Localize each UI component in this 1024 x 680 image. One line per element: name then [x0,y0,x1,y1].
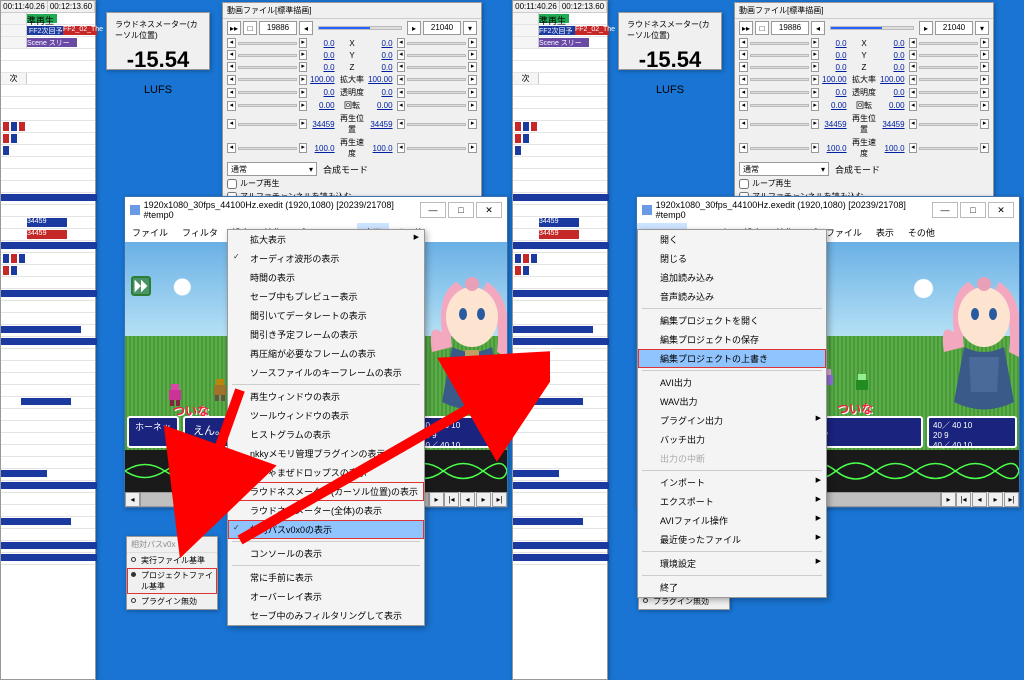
menu-item[interactable]: セーブ中のみフィルタリングして表示 [228,606,424,625]
menu-item[interactable]: ✓ラウドネスメーター(カーソル位置)の表示 [228,482,424,501]
menu-item[interactable]: 編集プロジェクトを開く [638,311,826,330]
menu-item[interactable]: バッチ出力 [638,430,826,449]
close-button[interactable]: ✕ [476,202,502,218]
relative-path-popup[interactable]: 相対パスv0x実行ファイル基準プロジェクトファイル基準プラグイン無効 [126,536,218,610]
timeline-panel[interactable]: 00:11:40.2600:12:13.60 準再生 FF2次回予FF2_02_… [0,0,96,680]
clip[interactable]: FF2_02_The [63,26,97,35]
menu-item[interactable]: エクスポート▶ [638,492,826,511]
menu-item[interactable]: ✓相対パスv0x0の表示 [228,520,424,539]
menu-item[interactable]: ソースファイルのキーフレームの表示 [228,363,424,382]
loudness-meter: ラウドネスメーター(カーソル位置) -15.54 LUFS [618,12,722,70]
property-panel[interactable]: 動画ファイル[標準描画] ▸▸□ 19886◂ ▸21040▾ ◂▸0.0X0.… [734,2,994,226]
menu-item[interactable]: ラウドネスメーター(全体)の表示 [228,501,424,520]
btn[interactable]: □ [243,21,257,35]
menu-item[interactable]: 追加読み込み [638,268,826,287]
blend-mode-select[interactable]: 通常▾ [227,162,317,176]
main-window[interactable]: 1920x1080_30fps_44100Hz.exedit (1920,108… [124,196,508,508]
menu-item[interactable]: プラグイン出力▶ [638,411,826,430]
menu-item[interactable]: 開く [638,230,826,249]
menu-item[interactable]: 終了 [638,578,826,597]
app-icon [130,205,140,215]
menu-item[interactable]: 再生ウィンドウの表示 [228,387,424,406]
menu-item[interactable]: 編集プロジェクトの保存 [638,330,826,349]
menu-file[interactable]: ファイル [125,223,175,242]
maximize-button[interactable]: □ [448,202,474,218]
menu-item[interactable]: 再圧縮が必要なフレームの表示 [228,344,424,363]
menu-item[interactable]: 環境設定▶ [638,554,826,573]
frame-start[interactable]: 19886 [259,21,297,35]
menu-item: 出力の中断 [638,449,826,468]
step-fwd-button[interactable]: ▸ [476,492,491,507]
menu-item[interactable]: インポート▶ [638,473,826,492]
property-panel[interactable]: 動画ファイル[標準描画] ▸▸ □ 19886 ◂ ▸ 21040 ▾ ◂▸0.… [222,2,482,226]
timeline-panel[interactable]: 00:11:40.2600:12:13.60 準再生 FF2次回予FF2_02_… [512,0,608,680]
file-menu-dropdown[interactable]: 開く閉じる追加読み込み音声読み込み編集プロジェクトを開く編集プロジェクトの保存編… [637,229,827,598]
menu-filter[interactable]: フィルタ [175,223,225,242]
menu-item[interactable]: ヒストグラムの表示 [228,425,424,444]
step-back-button[interactable]: ◂ [460,492,475,507]
menu-item[interactable]: 閉じる [638,249,826,268]
seek-end-button[interactable]: ▸| [492,492,507,507]
scroll-left-button[interactable]: ◂ [125,492,140,507]
window-titlebar[interactable]: 1920x1080_30fps_44100Hz.exedit (1920,108… [125,197,507,223]
menu-item[interactable]: 音声読み込み [638,287,826,306]
menu-item[interactable]: 時間の表示 [228,268,424,287]
menu-item[interactable]: 拡大表示▶ [228,230,424,249]
timeline-ruler: 00:11:40.2600:12:13.60 [1,1,95,13]
menu-item[interactable]: ✓オーディオ波形の表示 [228,249,424,268]
relpath-option[interactable]: プロジェクトファイル基準 [127,568,217,594]
loop-checkbox[interactable]: ループ再生 [227,178,477,189]
relpath-option[interactable]: 実行ファイル基準 [127,553,217,568]
menu-item[interactable]: ツールウィンドウの表示 [228,406,424,425]
menu-item[interactable]: オーバーレイ表示 [228,587,424,606]
stats-box: 40／ 40 10 20 9 40／ 40 10 [415,416,505,448]
menu-item[interactable]: 編集プロジェクトの上書き [638,349,826,368]
clip[interactable]: FF2次回予 [27,26,63,35]
menu-item[interactable]: WAV出力 [638,392,826,411]
menu-item[interactable]: 常に手前に表示 [228,568,424,587]
menu-item[interactable]: 最近使ったファイル▶ [638,530,826,549]
clip[interactable]: 準再生 [27,14,57,23]
prop-title: 動画ファイル[標準描画] [223,3,481,19]
menu-item[interactable]: ごちゃまぜドロップスの表示 [228,463,424,482]
clip[interactable]: Scene スリー [27,38,77,47]
menu-item[interactable]: AVI出力 [638,373,826,392]
dialogue-name: ホーネッ [127,416,179,448]
main-window[interactable]: 1920x1080_30fps_44100Hz.exedit (1920,108… [636,196,1020,508]
seek-start-button[interactable]: |◂ [444,492,459,507]
display-menu-dropdown[interactable]: 拡大表示▶✓オーディオ波形の表示時間の表示セーブ中もプレビュー表示間引いてデータ… [227,229,425,626]
menu-item[interactable]: nkkyメモリ管理プラグインの表示 [228,444,424,463]
play-overlay-icon[interactable] [131,276,151,296]
menu-item[interactable]: 間引いてデータレートの表示 [228,306,424,325]
minimize-button[interactable]: — [420,202,446,218]
loudness-meter: ラウドネスメーター(カーソル位置) -15.54 LUFS [106,12,210,70]
menu-item[interactable]: 間引き予定フレームの表示 [228,325,424,344]
menu-item[interactable]: セーブ中もプレビュー表示 [228,287,424,306]
prev-keyframe-button[interactable]: ▸▸ [227,21,241,35]
frame-end[interactable]: 21040 [423,21,461,35]
row-label: 次 [1,73,27,84]
menu-item[interactable]: コンソールの表示 [228,544,424,563]
scroll-right-button[interactable]: ▸ [429,492,444,507]
menu-item[interactable]: AVIファイル操作▶ [638,511,826,530]
relpath-option[interactable]: プラグイン無効 [127,594,217,609]
